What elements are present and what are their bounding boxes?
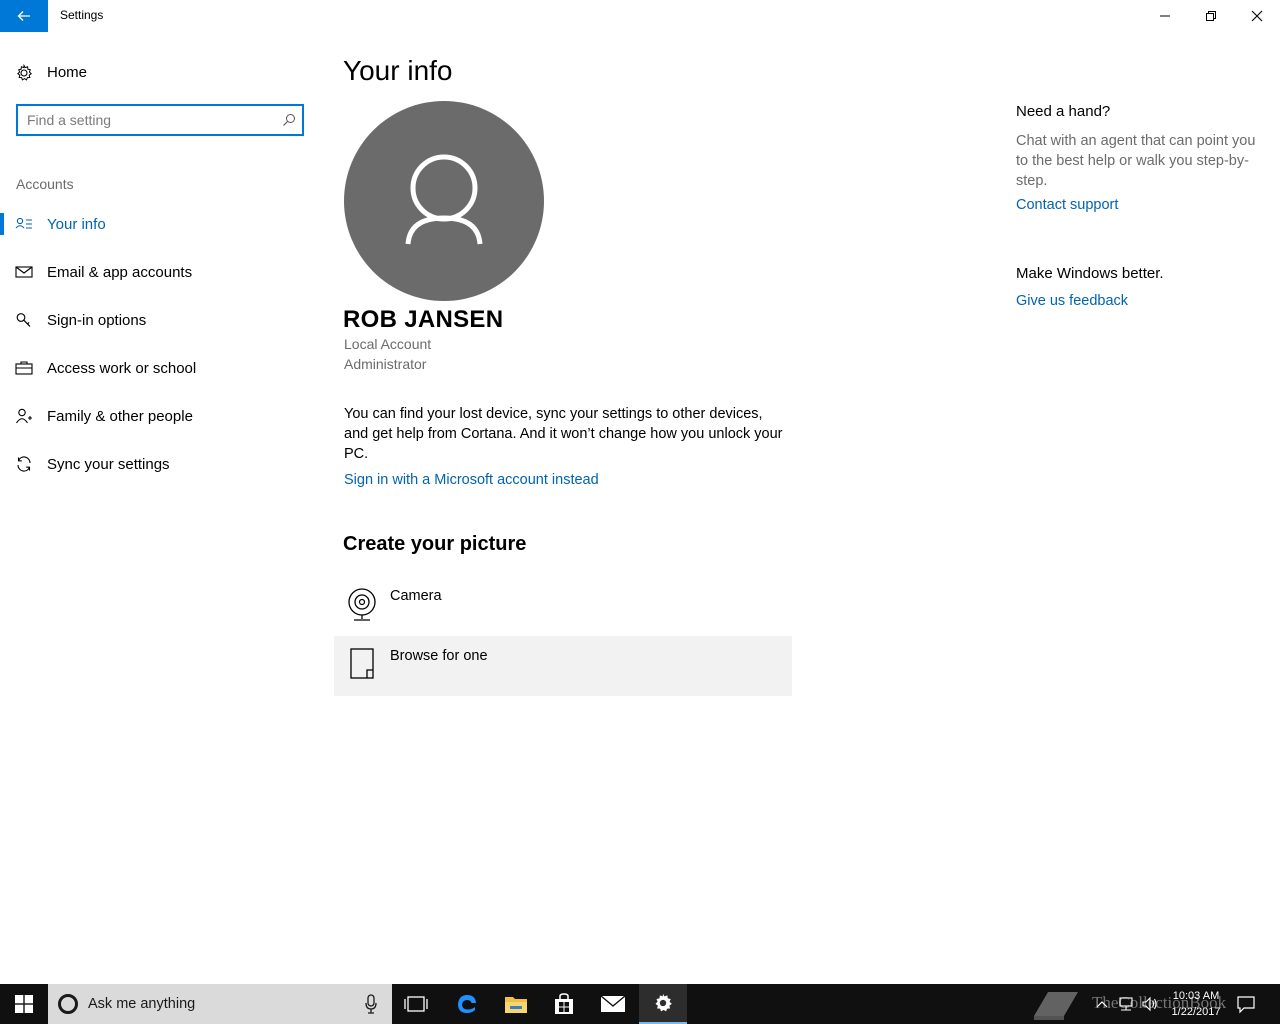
minimize-button[interactable] (1142, 0, 1188, 32)
browse-option[interactable]: Browse for one (334, 636, 792, 696)
back-arrow-icon (17, 11, 30, 21)
sidebar-item-sync-your-settings[interactable]: Sync your settings (0, 444, 320, 484)
title-bar: Settings (0, 0, 1280, 32)
minimize-icon (1160, 15, 1170, 17)
action-center-icon[interactable] (1236, 994, 1256, 1014)
volume-button[interactable] (1140, 994, 1160, 1014)
settings-search-input[interactable] (18, 106, 268, 134)
store-bag-icon (555, 993, 573, 1014)
camera-option[interactable]: Camera (334, 576, 792, 636)
windows-logo-icon (15, 995, 33, 1013)
file-explorer-button[interactable] (492, 984, 540, 1024)
folder-icon (505, 997, 527, 1013)
camera-option-label: Camera (390, 588, 442, 604)
account-description: You can find your lost device, sync your… (344, 406, 783, 462)
your-info-icon (15, 217, 32, 229)
home-label: Home (47, 64, 88, 81)
network-button[interactable] (1116, 994, 1136, 1014)
sidebar-item-label: Your info (47, 216, 106, 233)
give-feedback-link[interactable]: Give us feedback (1016, 293, 1128, 309)
task-view-button[interactable] (392, 984, 440, 1024)
clock-time: 10:03 AM (1172, 990, 1220, 1002)
help-text: Chat with an agent that can point you to… (1016, 133, 1256, 189)
make-windows-better-title: Make Windows better. (1016, 265, 1164, 282)
settings-taskbar-button[interactable] (639, 984, 687, 1024)
avatar (344, 101, 544, 301)
create-picture-heading: Create your picture (343, 533, 527, 555)
help-title: Need a hand? (1016, 103, 1111, 120)
back-button[interactable] (0, 0, 48, 32)
cortana-icon (58, 994, 78, 1014)
briefcase-icon (15, 361, 33, 375)
gear-icon (17, 64, 32, 81)
store-button[interactable] (540, 984, 588, 1024)
volume-icon (1142, 996, 1157, 1012)
edge-icon (458, 995, 476, 1013)
sidebar-item-label: Access work or school (47, 360, 197, 377)
taskbar: Ask me anything TheCollectionBook 10:03 … (0, 984, 1280, 1024)
active-indicator (0, 213, 4, 235)
sidebar-item-label: Email & app accounts (47, 264, 193, 281)
mail-app-button[interactable] (589, 984, 637, 1024)
sidebar: Home Accounts Your info Email & app acco… (0, 32, 320, 984)
home-nav-item[interactable]: Home (0, 56, 320, 92)
sidebar-item-email-app-accounts[interactable]: Email & app accounts (0, 252, 320, 292)
settings-search-box[interactable] (16, 104, 304, 136)
mail-app-icon (600, 995, 626, 1012)
sidebar-item-label: Sync your settings (47, 456, 170, 473)
mail-icon (15, 266, 33, 278)
person-add-icon (16, 408, 32, 424)
task-view-icon (404, 996, 428, 1012)
book-logo-icon (1034, 992, 1078, 1020)
taskbar-clock[interactable]: 10:03 AM 1/22/2017 (1160, 988, 1232, 1020)
key-icon (16, 313, 31, 327)
sidebar-item-label: Family & other people (47, 408, 193, 425)
close-button[interactable] (1234, 0, 1280, 32)
camera-icon (348, 588, 376, 621)
settings-gear-icon (655, 993, 672, 1012)
user-name: ROB JANSEN (343, 306, 504, 333)
browse-option-label: Browse for one (390, 648, 488, 664)
sidebar-item-family-other-people[interactable]: Family & other people (0, 396, 320, 436)
account-type: Local Account (344, 336, 432, 352)
edge-button[interactable] (443, 984, 491, 1024)
window-title: Settings (60, 8, 104, 22)
restore-icon (1206, 11, 1216, 21)
user-silhouette-icon (405, 154, 483, 245)
sidebar-item-sign-in-options[interactable]: Sign-in options (0, 300, 320, 340)
restore-button[interactable] (1188, 0, 1234, 32)
account-role: Administrator (344, 356, 427, 372)
network-icon (1119, 997, 1133, 1011)
accounts-section-label: Accounts (16, 176, 74, 192)
cortana-search-box[interactable]: Ask me anything (48, 984, 392, 1024)
file-icon (350, 648, 374, 679)
microphone-icon[interactable] (364, 994, 378, 1014)
sidebar-item-access-work-or-school[interactable]: Access work or school (0, 348, 320, 388)
close-icon (1251, 10, 1263, 22)
show-hidden-icons-button[interactable] (1092, 994, 1112, 1014)
sidebar-item-your-info[interactable]: Your info (0, 204, 320, 244)
page-title: Your info (343, 55, 453, 86)
search-icon[interactable] (282, 113, 296, 127)
start-button[interactable] (0, 984, 48, 1024)
contact-support-link[interactable]: Contact support (1016, 197, 1118, 213)
clock-date: 1/22/2017 (1171, 1006, 1221, 1018)
cortana-search-placeholder: Ask me anything (88, 996, 196, 1012)
sidebar-item-label: Sign-in options (47, 312, 147, 329)
sign-in-microsoft-link[interactable]: Sign in with a Microsoft account instead (344, 472, 599, 488)
chevron-up-icon (1096, 1001, 1108, 1008)
sync-icon (17, 456, 31, 472)
